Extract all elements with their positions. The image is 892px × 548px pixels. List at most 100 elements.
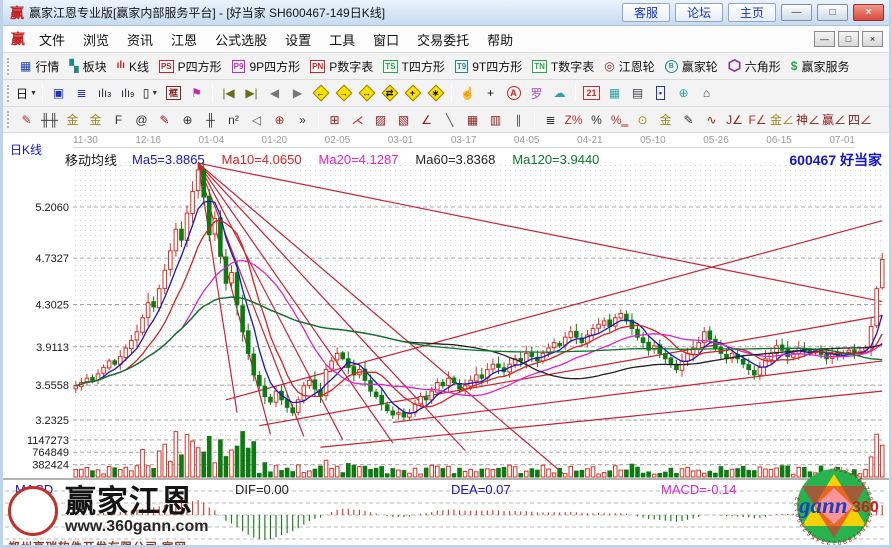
price-grid-button[interactable]: ▦ [462,109,483,130]
goto-first-button[interactable]: |◀ [218,83,239,104]
zoom-annotate-button[interactable]: A [503,83,524,104]
percent-lines-button[interactable]: %‗ [609,109,630,130]
memo-button[interactable]: ▤ [627,83,648,104]
pan-hand-button[interactable]: ☝ [457,83,478,104]
gann-frame-button[interactable]: 框 [163,83,184,104]
calendar-button[interactable]: 21 [581,83,602,104]
compress-horizontal-button[interactable]: ⇄ [379,83,400,104]
menu-help[interactable]: 帮助 [478,28,522,51]
customer-service-button[interactable]: 客服 [622,3,670,22]
menu-formula-picker[interactable]: 公式选股 [206,28,276,51]
9t-square-button[interactable]: T99T四方形 [450,58,527,75]
kline-period-day-button[interactable]: 日▼ [16,83,37,104]
gann-box-button[interactable]: ⊞ [324,109,345,130]
winner-wheel-button[interactable]: B赢家轮 [660,58,723,75]
time-ruler-button[interactable]: ╫ [200,109,221,130]
t-square-button[interactable]: TST四方形 [378,58,450,75]
window-layout-button[interactable]: ▣ [48,83,69,104]
step-back-button[interactable]: ◀ [264,83,285,104]
gann-wheel-button[interactable]: ◎江恩轮 [599,58,660,75]
compass-button[interactable]: ⊕ [269,109,290,130]
calculator-button[interactable]: ▦ [604,83,625,104]
child-close-button[interactable]: × [862,31,883,47]
price-ladder-button[interactable]: ≣ [540,109,561,130]
menu-news[interactable]: 资讯 [118,28,162,51]
step-forward-button[interactable]: ▶ [287,83,308,104]
gann-time-lines-button[interactable]: ╫╫ [39,109,60,130]
winner-service-button[interactable]: $赢家服务 [786,58,855,75]
combine-3-button[interactable]: ılı3 [94,83,115,104]
candle-style-button[interactable]: ▯▼ [140,83,161,104]
menu-settings[interactable]: 设置 [276,28,320,51]
save-button[interactable]: ▪ [650,83,671,104]
shen-angle-button[interactable]: 神∠ [796,109,820,130]
draw-brush-button[interactable]: ✎ [16,109,37,130]
four-angle-button[interactable]: 四∠ [848,109,872,130]
square-of-nine-button[interactable]: n² [223,109,244,130]
child-restore-button[interactable]: □ [838,31,859,47]
percent-z-button[interactable]: Z% [563,109,584,130]
close-button[interactable]: × [853,4,884,21]
sectors-button[interactable]: ▚板块 [64,58,111,75]
parallel-lines-button[interactable]: ∥ [508,109,529,130]
brush-2-button[interactable]: ✎ [154,109,175,130]
9p-square-button[interactable]: P99P四方形 [227,58,305,75]
color-marker-button[interactable]: ⚑ [186,83,207,104]
p-number-table-button[interactable]: PNP数字表 [305,58,378,75]
homepage-button[interactable]: 主页 [728,3,776,22]
menu-browse[interactable]: 浏览 [74,28,118,51]
fibonacci-lines-button[interactable]: F [108,109,129,130]
restore-button[interactable]: □ [817,4,848,21]
kline-button[interactable]: ılıK线 [112,58,154,75]
send-web-button[interactable]: ⊕ [673,83,694,104]
gann-net-button[interactable]: 罗 [526,83,547,104]
wave-count-button[interactable]: ∿ [701,109,722,130]
menu-tools[interactable]: 工具 [320,28,364,51]
shift-right-button[interactable]: → [333,83,354,104]
angle-lines-button[interactable]: ∠ [416,109,437,130]
golden-time-lines-button[interactable]: 金 [62,109,83,130]
gold-angle-button[interactable]: 金∠ [770,109,794,130]
shift-left-button[interactable]: ← [310,83,331,104]
fit-screen-button[interactable]: ∗ [425,83,446,104]
win-angle-button[interactable]: 赢∠ [822,109,846,130]
minimize-button[interactable]: — [781,4,812,21]
combine-9-button[interactable]: ılı9 [117,83,138,104]
gann-grid-net-button[interactable]: ▧ [393,109,414,130]
forum-button[interactable]: 论坛 [675,3,723,22]
flag-tool-button[interactable]: ◁ [246,109,267,130]
p-square-button[interactable]: PSP四方形 [154,58,227,75]
cycle-lines-button[interactable]: ⊕ [177,109,198,130]
t-number-table-button[interactable]: TNT数字表 [527,58,599,75]
expand-horizontal-button[interactable]: ↔ [356,83,377,104]
app-logo-icon: 赢 [10,3,24,23]
quotes-button[interactable]: ▦行情 [15,58,64,75]
menu-file[interactable]: 文件 [30,28,74,51]
expand-all-button[interactable]: + [402,83,423,104]
remote-pc-button[interactable]: ⌂ [696,83,717,104]
golden-circle-button[interactable]: ⊙ [632,109,653,130]
percent-button[interactable]: % [586,109,607,130]
golden-price-lines-button[interactable]: 金 [85,109,106,130]
j-angle-button[interactable]: J∠ [724,109,745,130]
gann-fan-button[interactable]: ⋌ [347,109,368,130]
mark-brush-button[interactable]: ✎ [678,109,699,130]
more-tools-button[interactable]: » [292,109,313,130]
brand-url-link[interactable]: www.360gann.com [65,518,208,536]
child-minimize-button[interactable]: — [814,31,835,47]
menu-window[interactable]: 窗口 [364,28,408,51]
golden-section-button[interactable]: 金 [655,109,676,130]
trend-line-button[interactable]: ╲ [439,109,460,130]
ma-lines [76,201,882,413]
gann-box-fan-button[interactable]: ▨ [370,109,391,130]
price-grid-2-button[interactable]: ▥ [485,109,506,130]
menu-trade-delegate[interactable]: 交易委托 [408,28,478,51]
spiral-button[interactable]: @ [131,109,152,130]
f-angle-button[interactable]: F∠ [747,109,768,130]
wave-cloud-button[interactable]: ☁ [549,83,570,104]
menu-gann[interactable]: 江恩 [162,28,206,51]
hexagon-button[interactable]: 六角形 [723,58,786,75]
goto-last-button[interactable]: ▶| [241,83,262,104]
info-panel-button[interactable]: ≣ [71,83,92,104]
crosshair-button[interactable]: + [480,83,501,104]
